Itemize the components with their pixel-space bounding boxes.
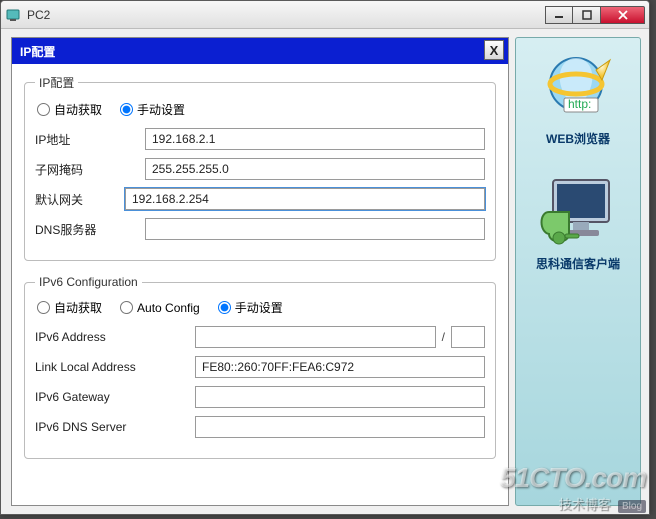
ipv6-legend: IPv6 Configuration <box>35 275 142 289</box>
ipv6-prefix-input[interactable] <box>451 326 485 348</box>
ipv6-dns-input[interactable] <box>195 416 485 438</box>
gateway-label: 默认网关 <box>35 191 125 208</box>
cisco-client-label: 思科通信客户端 <box>536 255 620 272</box>
ipv6-auto-option[interactable]: 自动获取 <box>37 299 102 316</box>
dns-label: DNS服务器 <box>35 221 145 238</box>
dns-input[interactable] <box>145 218 485 240</box>
ipv6-manual-radio[interactable] <box>218 301 231 314</box>
apps-sidebar: http: WEB浏览器 思科通信客 <box>515 37 641 506</box>
minimize-button[interactable] <box>545 6 573 24</box>
ipv4-auto-option[interactable]: 自动获取 <box>37 101 102 118</box>
ipv6-autoconfig-option[interactable]: Auto Config <box>120 301 200 315</box>
ipv6-prefix-slash: / <box>436 330 451 344</box>
web-browser-tile[interactable]: http: WEB浏览器 <box>526 48 630 147</box>
ip-address-input[interactable] <box>145 128 485 150</box>
ipv6-address-label: IPv6 Address <box>35 330 195 344</box>
ipv4-manual-option[interactable]: 手动设置 <box>120 101 185 118</box>
ipv6-linklocal-input[interactable] <box>195 356 485 378</box>
subnet-mask-input[interactable] <box>145 158 485 180</box>
ipv6-gateway-label: IPv6 Gateway <box>35 390 195 404</box>
ipv4-auto-label: 自动获取 <box>54 101 102 118</box>
window-controls <box>545 6 645 24</box>
web-browser-label: WEB浏览器 <box>546 130 610 147</box>
ip-address-label: IP地址 <box>35 131 145 148</box>
dialog-title: IP配置 <box>20 43 55 60</box>
window-close-button[interactable] <box>601 6 645 24</box>
window-title: PC2 <box>27 8 545 22</box>
app-icon <box>5 7 21 23</box>
dialog-titlebar[interactable]: IP配置 X <box>12 38 508 64</box>
ipv6-manual-label: 手动设置 <box>235 299 283 316</box>
dialog-body: IP配置 自动获取 手动设置 IP地址 <box>12 64 508 481</box>
gateway-input[interactable] <box>125 188 485 210</box>
ipv4-manual-radio[interactable] <box>120 103 133 116</box>
ipv4-auto-radio[interactable] <box>37 103 50 116</box>
ipv6-linklocal-label: Link Local Address <box>35 360 195 374</box>
titlebar[interactable]: PC2 <box>1 1 649 29</box>
client-area: IP配置 X IP配置 自动获取 手动设置 <box>1 29 649 514</box>
ipv4-group: IP配置 自动获取 手动设置 IP地址 <box>24 74 496 261</box>
ipv6-address-input[interactable] <box>195 326 436 348</box>
web-browser-icon: http: <box>534 48 622 126</box>
ip-config-dialog: IP配置 X IP配置 自动获取 手动设置 <box>11 37 509 506</box>
ipv6-autoconfig-radio[interactable] <box>120 301 133 314</box>
maximize-button[interactable] <box>573 6 601 24</box>
ipv6-mode-row: 自动获取 Auto Config 手动设置 <box>35 299 485 316</box>
ipv6-group: IPv6 Configuration 自动获取 Auto Config 手 <box>24 275 496 459</box>
ipv4-mode-row: 自动获取 手动设置 <box>35 101 485 118</box>
dialog-close-button[interactable]: X <box>484 40 504 60</box>
ipv6-manual-option[interactable]: 手动设置 <box>218 299 283 316</box>
window-frame: PC2 IP配置 X IP配置 自动获取 <box>0 0 650 515</box>
cisco-client-tile[interactable]: 思科通信客户端 <box>526 173 630 272</box>
ipv4-manual-label: 手动设置 <box>137 101 185 118</box>
ipv4-legend: IP配置 <box>35 74 78 91</box>
ipv6-auto-radio[interactable] <box>37 301 50 314</box>
subnet-mask-label: 子网掩码 <box>35 161 145 178</box>
ipv6-dns-label: IPv6 DNS Server <box>35 420 195 434</box>
ipv6-gateway-input[interactable] <box>195 386 485 408</box>
svg-text:http:: http: <box>568 97 591 111</box>
ipv6-autoconfig-label: Auto Config <box>137 301 200 315</box>
cisco-client-icon <box>534 173 622 251</box>
ipv6-auto-label: 自动获取 <box>54 299 102 316</box>
